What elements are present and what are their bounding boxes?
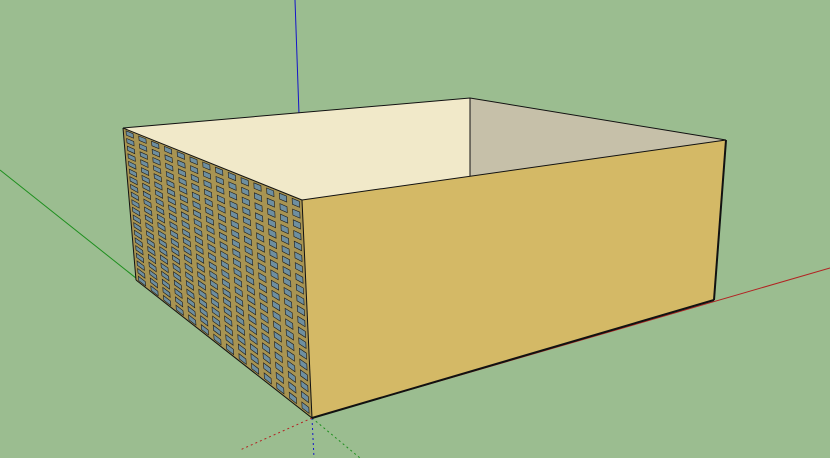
3d-viewport[interactable]	[0, 0, 830, 458]
blue-axis-dashed-line	[311, 417, 315, 458]
red-axis-dashed-line	[239, 417, 313, 451]
green-axis-dashed-line	[311, 417, 361, 458]
model-scene[interactable]	[0, 0, 830, 458]
